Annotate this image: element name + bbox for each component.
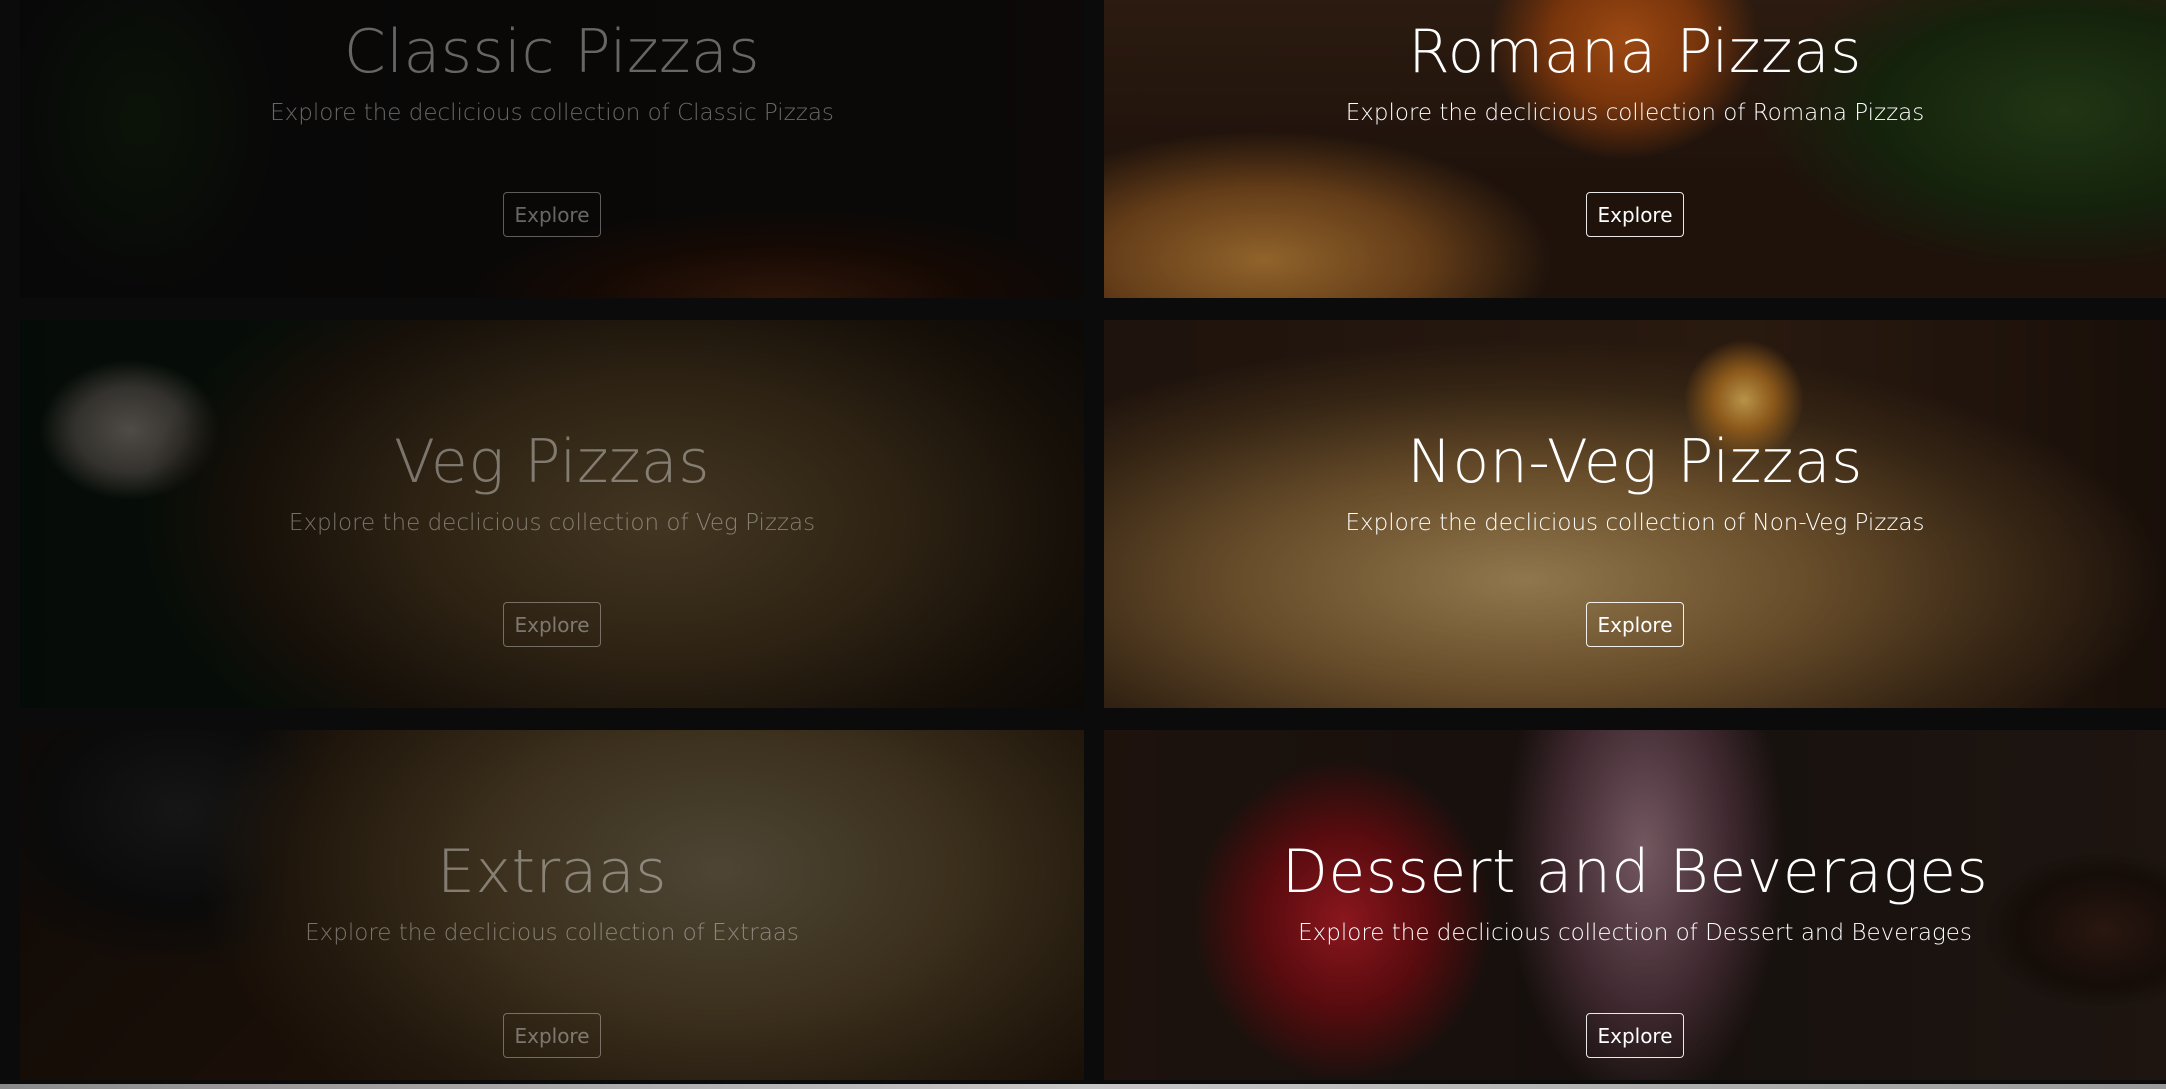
explore-button[interactable]: Explore bbox=[1586, 192, 1684, 237]
card-description: Explore the declicious collection of Rom… bbox=[1345, 100, 1925, 126]
card-title: Non-Veg Pizzas bbox=[1407, 427, 1863, 497]
card-title: Dessert and Beverages bbox=[1281, 837, 1989, 907]
card-content: Classic Pizzas Explore the declicious co… bbox=[20, 0, 1084, 298]
card-title: Veg Pizzas bbox=[394, 427, 710, 497]
category-grid: Classic Pizzas Explore the declicious co… bbox=[0, 0, 2166, 1089]
category-card-extraas[interactable]: Extraas Explore the declicious collectio… bbox=[20, 730, 1084, 1080]
card-content: Dessert and Beverages Explore the declic… bbox=[1104, 730, 2166, 1080]
category-card-romana-pizzas[interactable]: Romana Pizzas Explore the declicious col… bbox=[1104, 0, 2166, 298]
category-card-veg-pizzas[interactable]: Veg Pizzas Explore the declicious collec… bbox=[20, 320, 1084, 708]
card-description: Explore the declicious collection of Non… bbox=[1345, 510, 1925, 536]
card-content: Extraas Explore the declicious collectio… bbox=[20, 730, 1084, 1080]
horizontal-scrollbar[interactable] bbox=[0, 1084, 2166, 1089]
category-card-classic-pizzas[interactable]: Classic Pizzas Explore the declicious co… bbox=[20, 0, 1084, 298]
card-description: Explore the declicious collection of Ext… bbox=[305, 920, 799, 946]
explore-button[interactable]: Explore bbox=[503, 1013, 601, 1058]
category-card-dessert-and-beverages[interactable]: Dessert and Beverages Explore the declic… bbox=[1104, 730, 2166, 1080]
card-content: Romana Pizzas Explore the declicious col… bbox=[1104, 0, 2166, 298]
explore-button[interactable]: Explore bbox=[503, 602, 601, 647]
card-description: Explore the declicious collection of Cla… bbox=[270, 100, 834, 126]
card-content: Veg Pizzas Explore the declicious collec… bbox=[20, 320, 1084, 708]
category-card-non-veg-pizzas[interactable]: Non-Veg Pizzas Explore the declicious co… bbox=[1104, 320, 2166, 708]
card-title: Extraas bbox=[437, 837, 667, 907]
card-description: Explore the declicious collection of Des… bbox=[1298, 920, 1972, 946]
explore-button[interactable]: Explore bbox=[1586, 1013, 1684, 1058]
explore-button[interactable]: Explore bbox=[503, 192, 601, 237]
card-title: Classic Pizzas bbox=[343, 17, 761, 87]
explore-button[interactable]: Explore bbox=[1586, 602, 1684, 647]
card-content: Non-Veg Pizzas Explore the declicious co… bbox=[1104, 320, 2166, 708]
card-title: Romana Pizzas bbox=[1408, 17, 1862, 87]
card-description: Explore the declicious collection of Veg… bbox=[288, 510, 816, 536]
